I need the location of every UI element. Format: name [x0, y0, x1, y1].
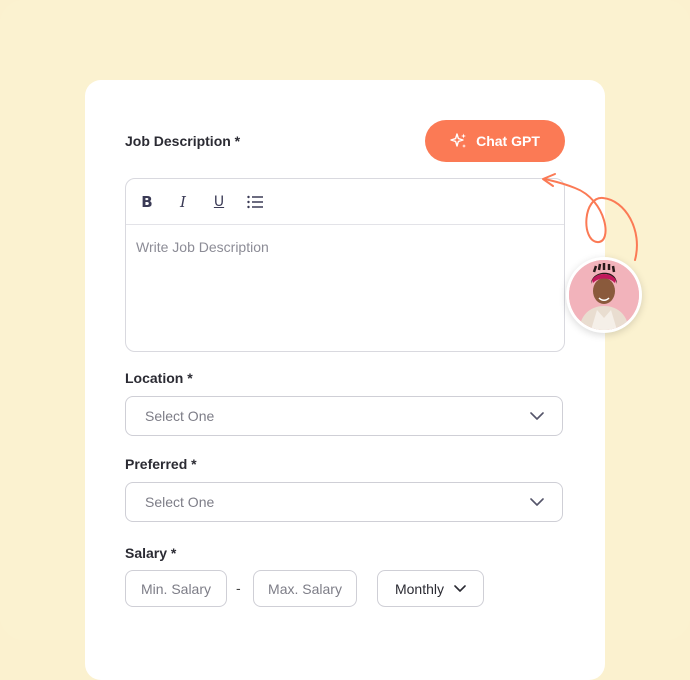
- location-select-value: Select One: [145, 408, 215, 424]
- chevron-down-icon: [530, 412, 544, 420]
- curved-arrow-icon: [542, 173, 638, 261]
- sparkle-icon: [450, 132, 468, 150]
- location-label: Location *: [125, 370, 193, 386]
- job-description-label: Job Description *: [125, 133, 241, 149]
- chevron-down-icon: [454, 585, 466, 592]
- bold-button[interactable]: B: [138, 193, 156, 211]
- salary-separator: -: [236, 580, 241, 596]
- min-salary-input[interactable]: Min. Salary: [125, 570, 227, 607]
- italic-button[interactable]: I: [174, 193, 192, 211]
- chat-gpt-button-label: Chat GPT: [476, 133, 540, 149]
- underline-button[interactable]: U: [210, 193, 228, 211]
- preferred-select-value: Select One: [145, 494, 215, 510]
- editor-toolbar: B I U: [126, 179, 564, 225]
- location-select[interactable]: Select One: [125, 396, 563, 436]
- list-icon[interactable]: [246, 193, 264, 211]
- person-photo: [569, 260, 639, 330]
- max-salary-input[interactable]: Max. Salary: [253, 570, 357, 607]
- preferred-label: Preferred *: [125, 456, 197, 472]
- chevron-down-icon: [530, 498, 544, 506]
- avatar: [566, 257, 642, 333]
- salary-period-value: Monthly: [394, 580, 445, 597]
- editor-textarea[interactable]: Write Job Description: [126, 225, 564, 269]
- preferred-select[interactable]: Select One: [125, 482, 563, 522]
- job-description-editor[interactable]: B I U Write Job Description: [125, 178, 565, 352]
- salary-period-select[interactable]: Monthly: [377, 570, 484, 607]
- chat-gpt-button[interactable]: Chat GPT: [425, 120, 565, 162]
- salary-label: Salary *: [125, 545, 177, 561]
